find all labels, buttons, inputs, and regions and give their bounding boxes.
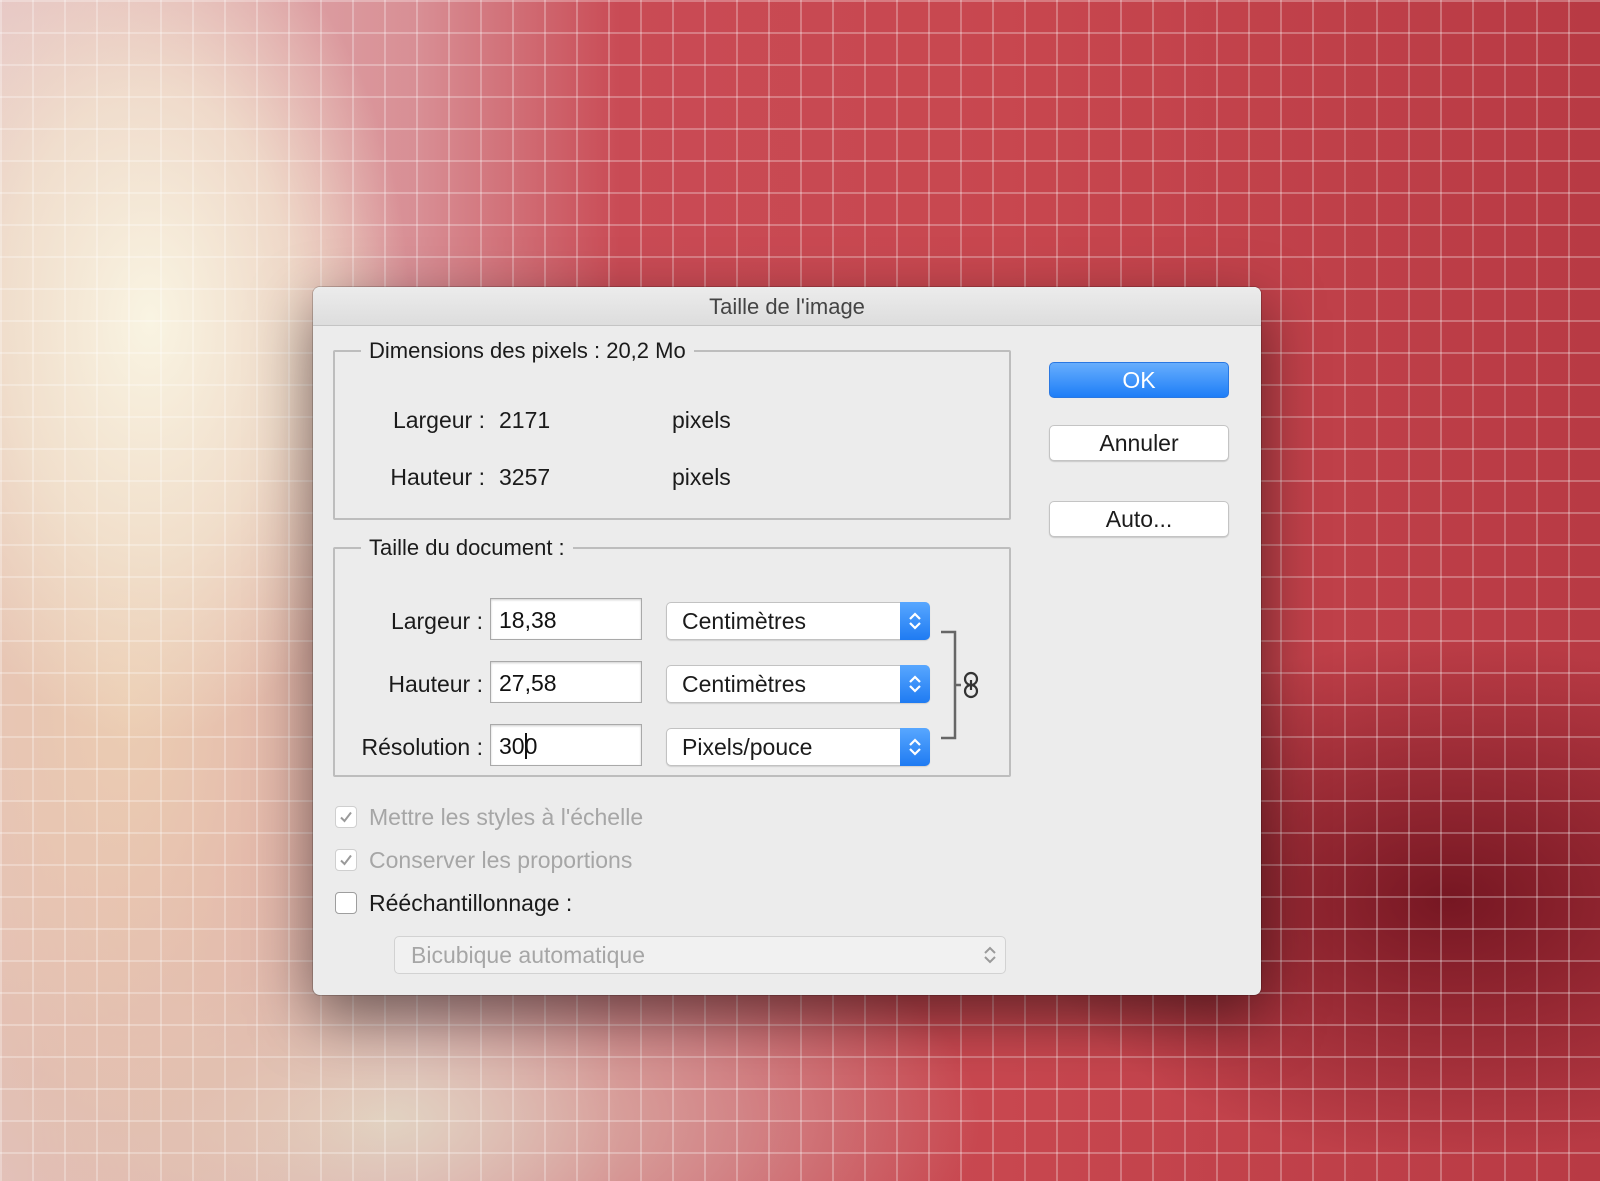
doc-height-label: Hauteur : [388,671,483,697]
doc-width-input[interactable]: 18,38 [490,598,642,640]
resample-label: Rééchantillonnage : [369,890,573,916]
chain-link-icon[interactable] [962,671,980,704]
cancel-button[interactable]: Annuler [1049,425,1229,461]
chevron-up-down-icon [900,728,930,766]
resolution-label: Résolution : [361,734,483,760]
chevron-up-down-icon [984,946,996,964]
text-caret [525,733,527,759]
doc-width-unit-value: Centimètres [682,608,806,634]
resample-method-value: Bicubique automatique [411,942,645,968]
resample-checkbox[interactable] [335,892,357,914]
resolution-input[interactable]: 30 0 [490,724,642,766]
resolution-unit-select[interactable]: Pixels/pouce [666,728,930,766]
dialog-title: Taille de l'image [313,287,1261,326]
doc-height-unit-select[interactable]: Centimètres [666,665,930,703]
doc-width-unit-select[interactable]: Centimètres [666,602,930,640]
constrain-proportions-label: Conserver les proportions [369,847,633,873]
pixel-width-unit: pixels [672,407,731,433]
doc-height-unit-value: Centimètres [682,671,806,697]
constrain-proportions-checkbox[interactable] [335,849,357,871]
chevron-up-down-icon [900,665,930,703]
checkmark-icon [340,811,352,823]
chevron-up-down-icon [900,602,930,640]
doc-width-label: Largeur : [390,608,483,634]
pixel-width-value: 2171 [499,407,551,433]
scale-styles-label: Mettre les styles à l'échelle [369,804,644,830]
pixel-dimensions-legend: Dimensions des pixels : 20,2 Mo [369,338,686,363]
resolution-unit-value: Pixels/pouce [682,734,813,760]
doc-height-value: 27,58 [499,670,557,696]
ok-button[interactable]: OK [1049,362,1229,398]
document-size-legend: Taille du document : [369,535,565,560]
resolution-value-before-caret: 30 [499,733,525,759]
pixel-height-label: Hauteur : [390,464,485,490]
pixel-width-label: Largeur : [392,407,485,433]
doc-height-input[interactable]: 27,58 [490,661,642,703]
resample-method-select[interactable]: Bicubique automatique [394,936,1006,974]
pixel-height-unit: pixels [672,464,731,490]
checkmark-icon [340,854,352,866]
image-size-dialog: Taille de l'image Dimensions des pixels … [313,287,1261,995]
auto-button[interactable]: Auto... [1049,501,1229,537]
pixel-height-value: 3257 [499,464,551,490]
scale-styles-checkbox[interactable] [335,806,357,828]
doc-width-value: 18,38 [499,607,557,633]
